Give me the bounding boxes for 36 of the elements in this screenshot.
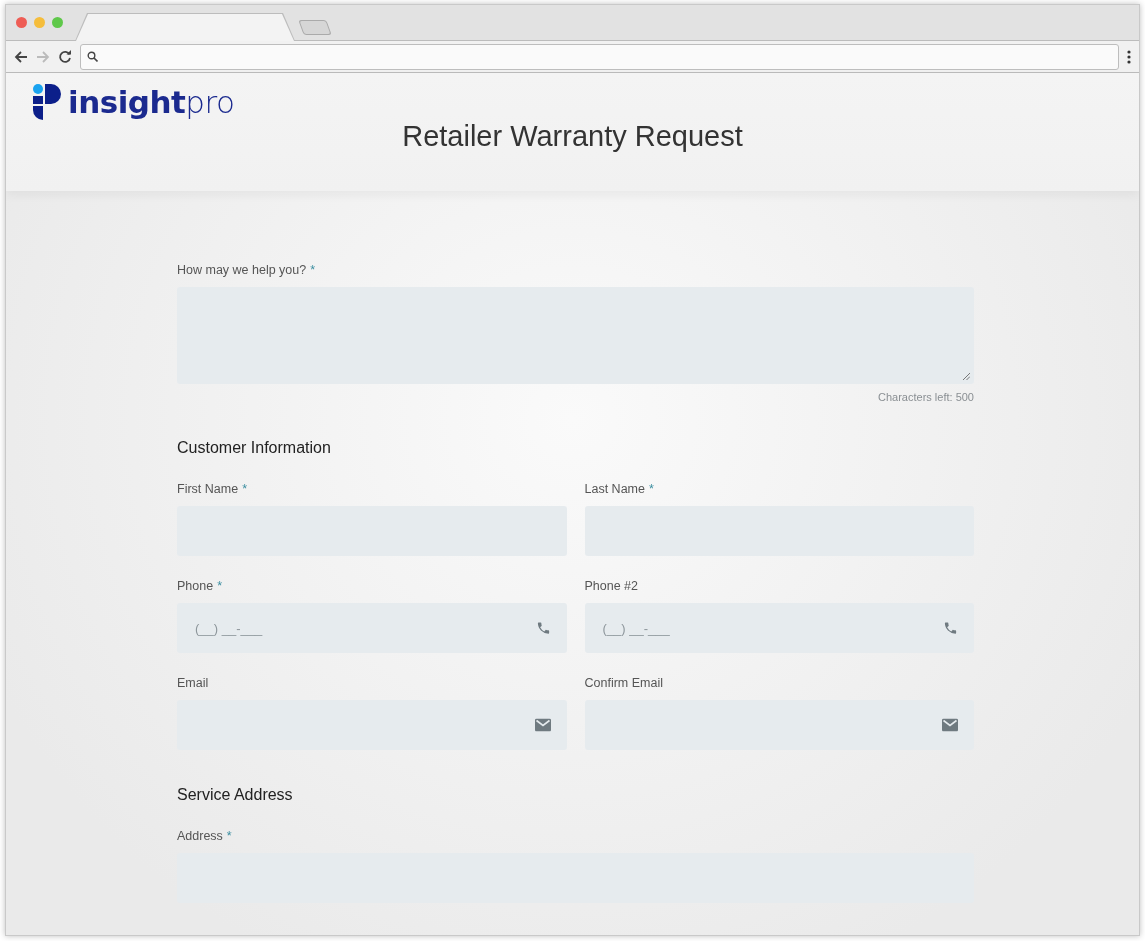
section-heading: Customer Information [177,439,332,457]
minimize-window-icon[interactable] [34,17,45,28]
page-title: Retailer Warranty Request [402,120,743,152]
maximize-window-icon[interactable] [52,17,63,28]
input-field[interactable]: (__) __-___ [584,603,974,653]
logo-icon [32,83,62,121]
input-field[interactable] [177,700,567,750]
field-label: Email [177,676,209,692]
required-asterisk: * [217,579,223,595]
required-asterisk: * [226,829,232,845]
new-tab-button[interactable] [298,20,332,35]
search-icon [87,51,98,62]
resize-handle-icon[interactable] [963,373,970,380]
section-heading: Service Address [177,786,294,804]
back-arrow-icon[interactable] [14,49,28,64]
character-counter: Characters left: 500 [878,391,974,403]
address-bar[interactable] [80,43,1119,70]
menu-icon[interactable] [1127,49,1131,64]
field-label: Last Name [584,482,645,498]
required-asterisk: * [242,482,247,498]
close-window-icon[interactable] [16,17,27,28]
required-asterisk: * [310,263,316,279]
field-label: How may we help you? [177,263,307,279]
field-label: Address [177,829,223,845]
phone-icon [943,620,958,636]
field-label: Confirm Email [584,676,663,692]
field-label: First Name [177,482,239,498]
reload-icon[interactable] [58,49,72,64]
phone-icon [535,620,551,636]
logo-text: insightpro [68,84,235,120]
field-label: Phone [177,579,214,595]
required-asterisk: * [648,482,654,498]
input-field[interactable] [584,700,974,750]
input-field[interactable]: (__) __-___ [177,603,567,653]
field-label: Phone #2 [584,579,639,595]
forward-arrow-icon[interactable] [36,49,50,64]
